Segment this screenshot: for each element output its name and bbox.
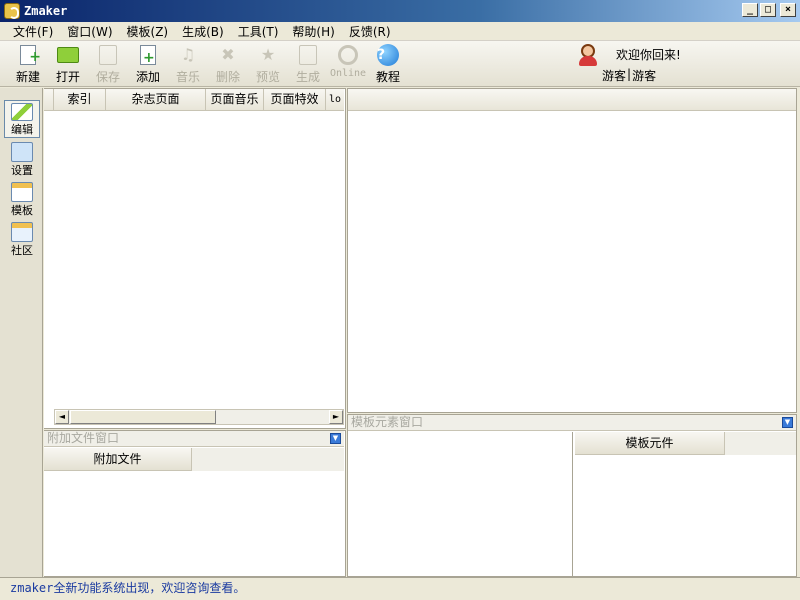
save-icon (97, 44, 119, 66)
preview-header (348, 89, 796, 111)
add-label: 添加 (135, 70, 160, 84)
template-split-divider[interactable] (572, 432, 573, 576)
nav-item-edit[interactable]: 编辑 (4, 100, 40, 138)
menu-template[interactable]: 模板(Z) (120, 23, 176, 40)
maximize-button[interactable]: □ (760, 3, 776, 17)
attach-caption-text: 附加文件窗口 (47, 431, 120, 445)
nav-label-edit: 编辑 (11, 123, 33, 136)
title-bar: Zmaker _ □ × (0, 0, 800, 22)
guest-account-link[interactable]: 游客 (632, 67, 656, 84)
add-button[interactable]: 添加 (128, 43, 168, 85)
col-lo[interactable]: lo (326, 89, 344, 110)
music-note-icon: ♫ (180, 45, 196, 64)
online-button[interactable]: Online (328, 43, 368, 85)
folder-open-icon (57, 44, 79, 66)
attach-window-caption: 附加文件窗口 ▼ (44, 431, 344, 447)
toolbar: 新建 打开 保存 添加 ♫ 音乐 ✖ 删除 ★ 预览 生成 Online ? 教… (0, 41, 800, 87)
new-label: 新建 (15, 70, 40, 84)
scroll-left-arrow-icon[interactable]: ◄ (55, 410, 69, 424)
menu-help[interactable]: 帮助(H) (285, 23, 341, 40)
delete-button[interactable]: ✖ 删除 (208, 43, 248, 85)
nav-item-settings[interactable]: 设置 (4, 140, 40, 178)
template-header-filler (725, 432, 796, 455)
open-label: 打开 (55, 70, 80, 84)
attach-file-window: 附加文件窗口 ▼ 附加文件 (44, 430, 346, 577)
settings-icon (11, 142, 33, 162)
new-button[interactable]: 新建 (8, 43, 48, 85)
user-separator: | (627, 67, 632, 81)
scroll-right-arrow-icon[interactable]: ► (329, 410, 343, 424)
template-component-header[interactable]: 模板元件 (575, 432, 725, 455)
attach-file-header[interactable]: 附加文件 (44, 448, 192, 471)
minimize-button[interactable]: _ (742, 3, 758, 17)
attach-dropdown-icon[interactable]: ▼ (330, 433, 341, 444)
online-icon (337, 44, 359, 66)
user-avatar-icon (578, 44, 598, 68)
grid-corner (44, 89, 54, 110)
preview-star-icon: ★ (260, 45, 276, 64)
window-controls: _ □ × (742, 3, 796, 17)
window-title: Zmaker (24, 4, 68, 18)
col-page-effects[interactable]: 页面特效 (264, 89, 326, 110)
menu-bar: 文件(F) 窗口(W) 模板(Z) 生成(B) 工具(T) 帮助(H) 反馈(R… (0, 22, 800, 41)
status-bar: zmaker全新功能系统出现，欢迎咨询查看。 (0, 577, 800, 600)
horizontal-scrollbar[interactable]: ◄ ► (54, 409, 344, 425)
template-dropdown-icon[interactable]: ▼ (782, 417, 793, 428)
col-index[interactable]: 索引 (54, 89, 106, 110)
app-logo-icon (4, 3, 20, 19)
template-window-caption: 模板元素窗口 ▼ (348, 415, 796, 431)
pages-grid-panel: 索引 杂志页面 页面音乐 页面特效 lo ◄ ► (44, 88, 346, 429)
user-links: 游客 | 游客 (602, 67, 656, 84)
add-page-icon (137, 44, 159, 69)
music-button[interactable]: ♫ 音乐 (168, 43, 208, 85)
delete-icon: ✖ (221, 45, 235, 64)
online-label: Online (329, 68, 367, 79)
edit-icon (11, 103, 33, 121)
save-label: 保存 (95, 70, 120, 84)
col-magazine-page[interactable]: 杂志页面 (106, 89, 206, 110)
welcome-text: 欢迎你回来! (616, 48, 681, 62)
generate-button[interactable]: 生成 (288, 43, 328, 85)
pages-grid-header: 索引 杂志页面 页面音乐 页面特效 lo (44, 89, 344, 111)
template-caption-text: 模板元素窗口 (351, 415, 424, 429)
left-nav: 编辑 设置 模板 社区 (0, 88, 43, 578)
nav-label-template: 模板 (11, 204, 33, 217)
save-button[interactable]: 保存 (88, 43, 128, 85)
menu-feedback[interactable]: 反馈(R) (342, 23, 398, 40)
tutorial-label: 教程 (375, 70, 400, 84)
delete-label: 删除 (215, 70, 240, 84)
status-text: zmaker全新功能系统出现，欢迎咨询查看。 (10, 581, 246, 595)
nav-label-community: 社区 (11, 244, 33, 257)
community-icon (11, 222, 33, 242)
music-label: 音乐 (175, 70, 200, 84)
generate-icon (297, 44, 319, 66)
preview-button[interactable]: ★ 预览 (248, 43, 288, 85)
menu-file[interactable]: 文件(F) (6, 23, 60, 40)
template-element-window: 模板元素窗口 ▼ 模板元件 (347, 414, 797, 577)
open-button[interactable]: 打开 (48, 43, 88, 85)
menu-window[interactable]: 窗口(W) (60, 23, 119, 40)
new-file-icon (17, 44, 41, 68)
nav-item-template[interactable]: 模板 (4, 180, 40, 218)
col-page-music[interactable]: 页面音乐 (206, 89, 264, 110)
guest-link[interactable]: 游客 (602, 67, 626, 84)
menu-generate[interactable]: 生成(B) (175, 23, 231, 40)
template-icon (11, 182, 33, 202)
nav-item-community[interactable]: 社区 (4, 220, 40, 258)
help-icon: ? (377, 44, 399, 66)
generate-label: 生成 (295, 70, 320, 84)
attach-header-filler (192, 448, 344, 471)
preview-panel (347, 88, 797, 413)
preview-label: 预览 (255, 70, 280, 84)
menu-tools[interactable]: 工具(T) (231, 23, 286, 40)
tutorial-button[interactable]: ? 教程 (368, 43, 408, 85)
scroll-thumb[interactable] (70, 410, 216, 424)
close-button[interactable]: × (780, 3, 796, 17)
nav-label-settings: 设置 (11, 164, 33, 177)
